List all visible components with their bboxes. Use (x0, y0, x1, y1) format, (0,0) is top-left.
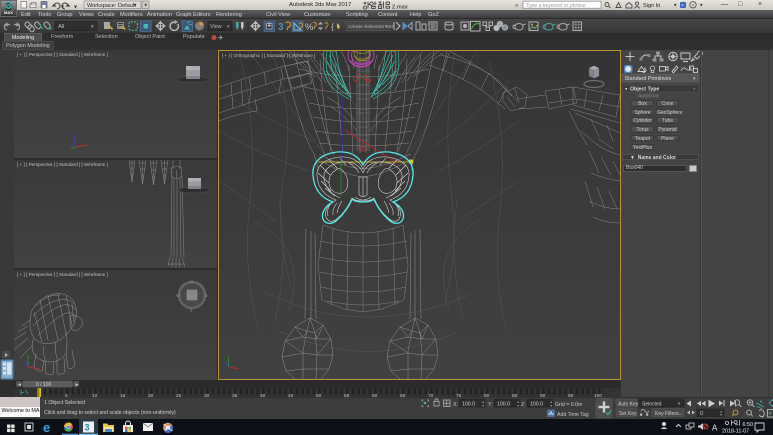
svg-text:«: « (515, 3, 519, 9)
svg-text:A: A (712, 424, 718, 433)
svg-text:▼: ▼ (624, 87, 628, 92)
svg-text:▼: ▼ (133, 3, 137, 8)
svg-text:▼: ▼ (692, 76, 696, 81)
svg-text:6:50: 6:50 (743, 422, 754, 428)
svg-text:?: ? (692, 3, 695, 8)
svg-text:▼: ▼ (90, 24, 95, 29)
svg-text:▼: ▼ (482, 404, 485, 408)
svg-text:View: View (210, 24, 222, 30)
svg-text:e: e (43, 420, 50, 435)
svg-text:2018-11-07: 2018-11-07 (722, 429, 749, 435)
svg-text:0: 0 (700, 411, 703, 417)
svg-text:100.0: 100.0 (462, 402, 475, 408)
svg-text:Object Type: Object Type (630, 87, 659, 93)
svg-text:Auto Key: Auto Key (618, 401, 639, 407)
svg-text:▼: ▼ (384, 24, 388, 29)
svg-text:N: N (190, 280, 193, 285)
svg-text:Sign In: Sign In (643, 3, 660, 9)
svg-text:Key Filters...: Key Filters... (655, 411, 683, 417)
svg-text:{: { (331, 22, 334, 32)
svg-text:▼: ▼ (673, 3, 677, 8)
svg-text:Set Key: Set Key (619, 411, 637, 417)
svg-text:▼: ▼ (720, 413, 723, 417)
svg-text:Add Time Tag: Add Time Tag (557, 412, 589, 418)
svg-text:▼: ▼ (517, 404, 520, 408)
svg-text:AutoGrid: AutoGrid (638, 93, 659, 99)
svg-text:▼: ▼ (144, 3, 148, 8)
svg-text:▼: ▼ (550, 404, 553, 408)
svg-text:▼: ▼ (226, 24, 230, 29)
svg-text:Selected: Selected (642, 401, 662, 407)
svg-text:×: × (681, 3, 684, 9)
svg-text:100.0: 100.0 (497, 402, 510, 408)
svg-text:Grid = 0.0m: Grid = 0.0m (555, 402, 582, 408)
svg-text:X:: X: (453, 402, 458, 408)
svg-text:×: × (693, 86, 696, 91)
svg-text:3: 3 (278, 22, 284, 33)
svg-text:3: 3 (85, 423, 90, 433)
svg-text:▼: ▼ (699, 3, 703, 8)
svg-text:All: All (58, 24, 64, 30)
svg-text:Standard Primitives: Standard Primitives (625, 76, 672, 82)
svg-text:Y:: Y: (488, 402, 493, 408)
svg-text:Type a keyword or phrase: Type a keyword or phrase (526, 3, 586, 9)
svg-text:E: E (205, 293, 208, 298)
svg-text:100.0: 100.0 (530, 402, 543, 408)
svg-text:Workspace: Default: Workspace: Default (87, 3, 136, 9)
svg-text:Z:: Z: (521, 402, 526, 408)
svg-text:S: S (190, 308, 193, 313)
svg-text:%: % (305, 22, 314, 33)
svg-text:▼: ▼ (677, 401, 681, 406)
